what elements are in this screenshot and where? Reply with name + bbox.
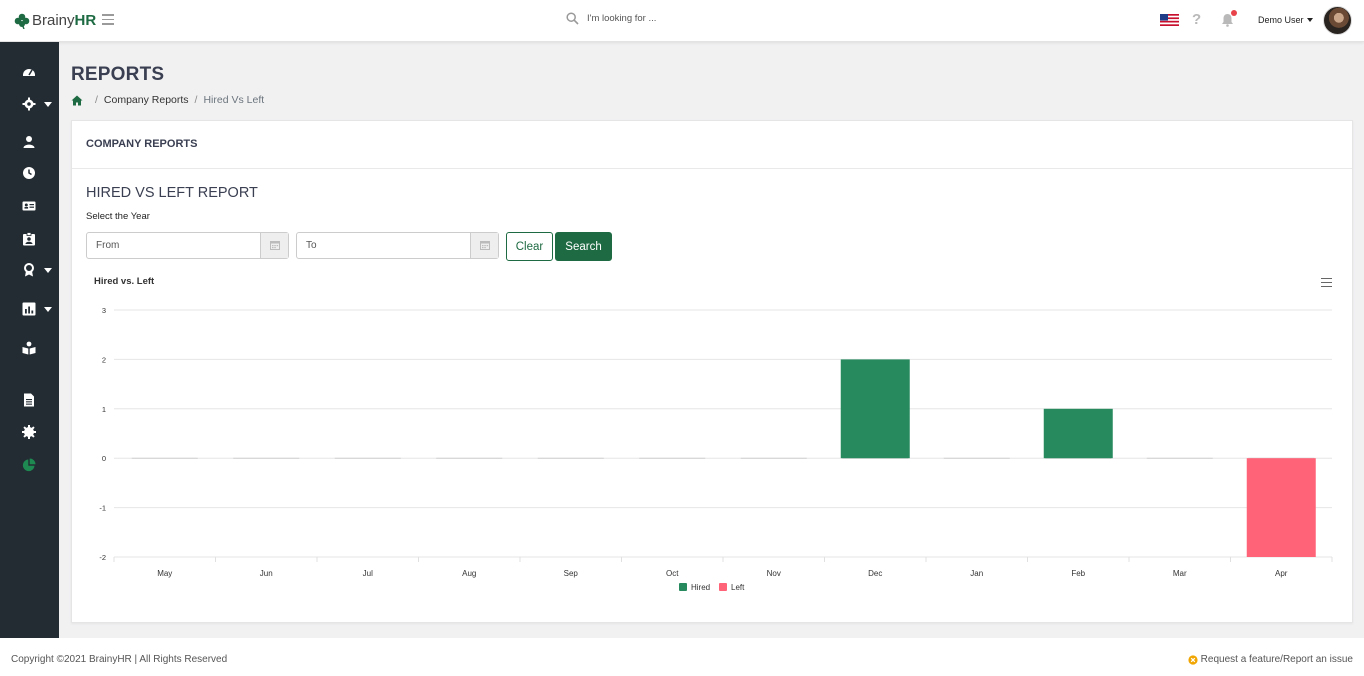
sidebar-item-dashboard[interactable] — [0, 62, 59, 82]
report-title: HIRED VS LEFT REPORT — [86, 185, 258, 201]
brand-logo[interactable]: Brainy HR — [14, 12, 96, 29]
id-card-icon — [22, 201, 36, 211]
badge-icon — [23, 232, 35, 246]
chevron-down-icon — [44, 307, 52, 312]
dashboard-icon — [23, 69, 35, 76]
alert-circle-icon — [1188, 654, 1198, 665]
x-tick-label: Jan — [970, 569, 983, 578]
report-card: COMPANY REPORTS HIRED VS LEFT REPORT Sel… — [71, 120, 1353, 623]
clock-icon — [23, 167, 35, 179]
sidebar — [0, 42, 59, 638]
document-icon — [24, 393, 34, 407]
pie-chart-icon — [22, 458, 36, 472]
hired-vs-left-chart: 3 2 1 0 -1 -2 May Jun Jul Aug Sep Oct Nov Dec Jan Feb Ma… — [99, 306, 1333, 592]
x-tick-label: Oct — [666, 569, 679, 578]
y-tick-label: -1 — [99, 504, 106, 513]
employee-icon — [23, 136, 35, 148]
bar-hired — [840, 359, 910, 459]
avatar[interactable] — [1323, 6, 1352, 35]
chevron-down-icon — [44, 268, 52, 273]
sidebar-item-reports[interactable] — [0, 455, 59, 475]
breadcrumb: / Company Reports / Hired Vs Left — [71, 94, 264, 106]
to-placeholder: To — [306, 240, 317, 251]
sidebar-item-awards[interactable] — [0, 260, 59, 280]
from-date-input[interactable]: From — [86, 232, 289, 259]
clear-button[interactable]: Clear — [506, 232, 553, 261]
sidebar-item-documents[interactable] — [0, 390, 59, 410]
chart-title: Hired vs. Left — [94, 276, 155, 287]
breadcrumb-current: Hired Vs Left — [203, 94, 265, 106]
x-tick-label: Mar — [1173, 569, 1187, 578]
us-flag-icon[interactable] — [1160, 14, 1179, 26]
x-tick-label: May — [157, 569, 172, 578]
x-tick-label: Dec — [868, 569, 882, 578]
x-tick-label: Sep — [564, 569, 579, 578]
report-issue-link[interactable]: Request a feature/Report an issue — [1188, 654, 1353, 665]
breadcrumb-separator: / — [95, 94, 98, 106]
x-tick-label: Aug — [462, 569, 476, 578]
breadcrumb-separator: / — [194, 94, 198, 106]
calendar-icon — [480, 241, 490, 250]
x-tick-label: Apr — [1275, 569, 1288, 578]
chevron-down-icon — [44, 102, 52, 107]
calendar-button[interactable] — [260, 233, 288, 258]
search-icon — [566, 12, 579, 25]
sidebar-item-training[interactable] — [0, 338, 59, 358]
sidebar-item-employees[interactable] — [0, 132, 59, 152]
footer: Copyright ©2021 BrainyHR | All Rights Re… — [0, 638, 1364, 676]
logo-text-hr: HR — [74, 12, 97, 29]
legend-label-left: Left — [731, 583, 745, 592]
legend-swatch-left — [719, 583, 727, 591]
report-issue-text: Request a feature/Report an issue — [1200, 654, 1353, 665]
chart-icon — [22, 302, 36, 316]
sidebar-item-configuration[interactable] — [0, 422, 59, 442]
help-icon[interactable]: ? — [1192, 11, 1201, 28]
x-tick-label: Jun — [260, 569, 273, 578]
page-title: REPORTS — [71, 64, 165, 85]
home-icon[interactable] — [71, 95, 83, 106]
global-search — [566, 12, 787, 25]
user-menu[interactable]: Demo User — [1258, 15, 1313, 25]
sidebar-item-settings[interactable] — [0, 94, 59, 114]
x-tick-label: Feb — [1071, 569, 1085, 578]
legend-label-hired: Hired — [691, 583, 710, 592]
award-icon — [24, 263, 34, 277]
sidebar-item-badges[interactable] — [0, 229, 59, 249]
logo-text-brainy: Brainy — [32, 12, 75, 29]
sidebar-item-analytics[interactable] — [0, 299, 59, 319]
y-tick-label: 3 — [102, 306, 106, 315]
gear-icon — [22, 425, 36, 439]
copyright-text: Copyright ©2021 BrainyHR | All Rights Re… — [11, 654, 228, 665]
settings-icon — [22, 97, 36, 111]
calendar-button[interactable] — [470, 233, 498, 258]
training-icon — [22, 341, 36, 355]
breadcrumb-company-reports[interactable]: Company Reports — [104, 94, 189, 106]
x-tick-label: Nov — [767, 569, 781, 578]
from-placeholder: From — [96, 240, 120, 251]
sidebar-item-attendance[interactable] — [0, 163, 59, 183]
search-input[interactable] — [587, 13, 787, 24]
user-name: Demo User — [1258, 15, 1304, 25]
y-tick-label: -2 — [99, 553, 106, 562]
calendar-icon — [270, 241, 280, 250]
chevron-down-icon — [1306, 18, 1313, 22]
card-title: COMPANY REPORTS — [86, 138, 198, 150]
legend-swatch-hired — [679, 583, 687, 591]
search-button[interactable]: Search — [555, 232, 612, 261]
card-header: COMPANY REPORTS — [72, 121, 1352, 169]
menu-toggle-icon[interactable] — [102, 14, 114, 25]
bar-left — [1246, 458, 1316, 557]
y-tick-label: 2 — [102, 355, 106, 364]
bar-hired — [1043, 408, 1113, 459]
y-tick-label: 0 — [102, 454, 106, 463]
sidebar-item-directory[interactable] — [0, 196, 59, 216]
year-label: Select the Year — [86, 211, 150, 222]
notification-dot — [1231, 10, 1237, 16]
y-tick-label: 1 — [102, 405, 106, 414]
to-date-input[interactable]: To — [296, 232, 499, 259]
chart-menu-icon[interactable] — [1321, 278, 1332, 287]
top-bar: BrainyHR ? Demo User — [0, 0, 1364, 42]
x-tick-label: Jul — [363, 569, 373, 578]
clover-icon — [14, 13, 30, 29]
